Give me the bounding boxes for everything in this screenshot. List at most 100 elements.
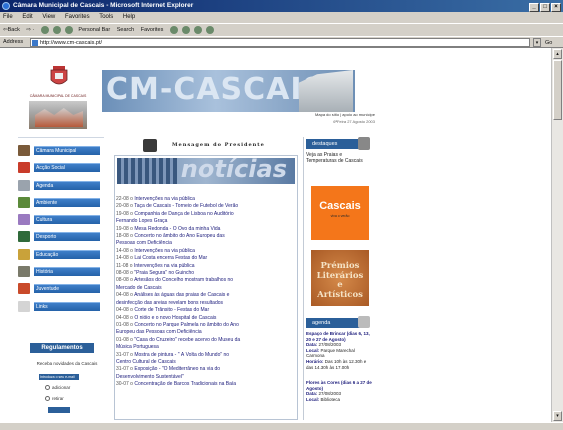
news-link[interactable]: Exposição - "O Mediterrâneo na via do	[134, 366, 220, 372]
news-item[interactable]: 14-08 o Intervenções na via pública	[116, 248, 298, 255]
menu-favorites[interactable]: Favorites	[65, 14, 90, 20]
news-link[interactable]: Europeu das Pessoas com Deficiência	[116, 329, 202, 335]
nav-item[interactable]: Acção Social	[18, 160, 104, 177]
nav-item[interactable]: Juventude	[18, 281, 104, 298]
news-item[interactable]: Fernando Lopes Graça	[116, 218, 298, 225]
menu-tools[interactable]: Tools	[99, 14, 113, 20]
search-button[interactable]: Search	[117, 27, 134, 33]
news-item[interactable]: 20-08 o Taça de Cascais - Torneio de Fut…	[116, 203, 298, 210]
news-link[interactable]: "Casa do Cruzeiro" recebe acervo do Muse…	[134, 337, 240, 343]
minimize-button[interactable]: _	[529, 3, 539, 12]
news-item[interactable]: Música Portuguesa	[116, 344, 298, 351]
site-links[interactable]: Mapa do sítio | apoio ao munícipe	[285, 112, 375, 117]
address-dropdown[interactable]: ▾	[533, 38, 541, 47]
news-item[interactable]: 31-07 o Mostra de pintura - " À Volta do…	[116, 352, 298, 359]
news-link[interactable]: Intervenções na via pública	[134, 248, 195, 254]
address-input[interactable]: http://www.cm-cascais.pt/	[30, 38, 530, 47]
radio-add[interactable]: adicionar	[45, 385, 70, 391]
nav-item[interactable]: Cultura	[18, 212, 104, 229]
news-item[interactable]: 22-08 o Intervenções na via pública	[116, 196, 298, 203]
nav-item-label[interactable]: Ambiente	[34, 197, 100, 207]
news-link[interactable]: Mesa Redonda - O Ovo da minha Vida	[134, 226, 220, 232]
premios-banner[interactable]: Prémios Literários e Artísticos	[311, 250, 369, 306]
news-item[interactable]: 01-08 o Concerto no Parque Palmela no âm…	[116, 322, 298, 329]
news-item[interactable]: 18-08 o Concerto no âmbito do Ano Europe…	[116, 233, 298, 240]
news-link[interactable]: Concerto no âmbito do Ano Europeu das	[134, 233, 224, 239]
nav-item[interactable]: Educação	[18, 247, 104, 264]
scroll-down-icon[interactable]: ▾	[553, 411, 562, 421]
vertical-scrollbar[interactable]: ▴ ▾	[551, 48, 563, 422]
nav-item[interactable]: Câmara Municipal	[18, 143, 104, 160]
news-item[interactable]: Desenvolvimento Sustentável"	[116, 374, 298, 381]
print-icon[interactable]	[193, 25, 202, 34]
nav-item-label[interactable]: Câmara Municipal	[34, 146, 100, 155]
news-item[interactable]: 31-07 o Exposição - "O Mediterrâneo na v…	[116, 366, 298, 373]
news-item[interactable]: 19-08 o Mesa Redonda - O Ovo da minha Vi…	[116, 226, 298, 233]
news-item[interactable]: 30-07 o Concentração de Barcos Tradicion…	[116, 381, 298, 388]
nav-item-label[interactable]: Juventude	[34, 284, 100, 294]
nav-item-label[interactable]: Cultura	[34, 215, 100, 225]
forward-button[interactable]: ⇨ ·	[26, 27, 34, 33]
nav-item[interactable]: Links	[18, 299, 104, 316]
president-message-link[interactable]: Mensagem do Presidente	[172, 142, 265, 148]
news-item[interactable]: 04-08 o Corte de Trânsito - Festas do Ma…	[116, 307, 298, 314]
news-item[interactable]: desinfecção das areias revelam bons resu…	[116, 300, 298, 307]
news-link[interactable]: O nióio e o novo Hospital de Cascais	[134, 315, 216, 321]
cascais-summer-banner[interactable]: Cascais viva o verão	[311, 186, 369, 240]
radio-remove[interactable]: retirar	[45, 396, 64, 402]
nav-item[interactable]: Ambiente	[18, 195, 104, 212]
municipal-crest-icon[interactable]	[43, 64, 75, 88]
newsletter-submit-button[interactable]	[48, 407, 70, 413]
news-link[interactable]: Intervenções na via pública	[134, 263, 195, 269]
news-link[interactable]: Mostra de pintura - " À Volta do Mundo" …	[134, 352, 229, 358]
news-link[interactable]: "Praia Segura" no Guincho	[134, 270, 194, 276]
agenda-title[interactable]: Espaço de Brincar (dias 6, 13, 20 e 27 d…	[306, 331, 370, 342]
nav-item[interactable]: Desporto	[18, 229, 104, 246]
home-icon[interactable]	[64, 25, 73, 34]
regulamentos-button[interactable]: Regulamentos	[30, 343, 94, 353]
nav-item-label[interactable]: Educação	[34, 249, 100, 259]
menu-help[interactable]: Help	[123, 14, 135, 20]
news-link[interactable]: Desenvolvimento Sustentável"	[116, 374, 184, 380]
agenda-title[interactable]: Flores às Cores (dias 6 a 27 de Agosto)	[306, 380, 372, 391]
news-item[interactable]: 04-08 o O nióio e o novo Hospital de Cas…	[116, 315, 298, 322]
nav-item-label[interactable]: Links	[34, 301, 100, 311]
news-item[interactable]: Mercado de Cascais	[116, 285, 298, 292]
news-item[interactable]: Europeu das Pessoas com Deficiência	[116, 329, 298, 336]
mail-icon[interactable]	[181, 25, 190, 34]
back-button[interactable]: ⇦Back	[3, 27, 20, 33]
radio-add-circle[interactable]	[45, 385, 50, 391]
personal-bar-button[interactable]: Personal Bar	[78, 27, 110, 33]
edit-icon[interactable]	[205, 25, 214, 34]
news-link[interactable]: Corte de Trânsito - Festas do Mar	[134, 307, 209, 313]
agenda-item[interactable]: Espaço de Brincar (dias 6, 13, 20 e 27 d…	[306, 331, 372, 370]
favorites-button[interactable]: Favorites	[141, 27, 164, 33]
news-item[interactable]: 11-08 o Intervenções na via pública	[116, 263, 298, 270]
news-link[interactable]: Pessoas com Deficiência	[116, 240, 172, 246]
news-item[interactable]: 01-08 o "Casa do Cruzeiro" recebe acervo…	[116, 337, 298, 344]
nav-item-label[interactable]: Desporto	[34, 232, 100, 242]
news-link[interactable]: Intervenções na via pública	[134, 196, 195, 202]
agenda-item[interactable]: Flores às Cores (dias 6 a 27 de Agosto) D…	[306, 380, 372, 402]
menu-edit[interactable]: Edit	[22, 14, 32, 20]
news-link[interactable]: Centro Cultural de Cascais	[116, 359, 176, 365]
news-link[interactable]: desinfecção das areias revelam bons resu…	[116, 300, 223, 306]
news-link[interactable]: Mercado de Cascais	[116, 285, 162, 291]
scroll-thumb[interactable]	[553, 60, 562, 120]
news-link[interactable]: Taça de Cascais - Torneio de Futebol de …	[134, 203, 238, 209]
news-link[interactable]: Concerto no Parque Palmela no âmbito do …	[134, 322, 239, 328]
nav-item-label[interactable]: História	[34, 267, 100, 277]
menu-file[interactable]: File	[3, 14, 13, 20]
nav-item-label[interactable]: Acção Social	[34, 163, 100, 173]
news-item[interactable]: 08-08 o Artesãos do Concelho mostram tra…	[116, 277, 298, 284]
news-link[interactable]: Música Portuguesa	[116, 344, 159, 350]
news-item[interactable]: Centro Cultural de Cascais	[116, 359, 298, 366]
beaches-link[interactable]: Veja as Praias e Temperaturas de Cascais	[306, 152, 372, 164]
news-item[interactable]: 04-08 o Análises às águas das praias de …	[116, 292, 298, 299]
history-icon[interactable]	[169, 25, 178, 34]
nav-item-label[interactable]: Agenda	[34, 180, 100, 190]
email-input[interactable]: Introduza o seu e-mail	[39, 374, 79, 380]
news-item[interactable]: Pessoas com Deficiência	[116, 240, 298, 247]
menu-view[interactable]: View	[42, 14, 55, 20]
news-item[interactable]: 14-08 o Lai Costa encerra Festas do Mar	[116, 255, 298, 262]
